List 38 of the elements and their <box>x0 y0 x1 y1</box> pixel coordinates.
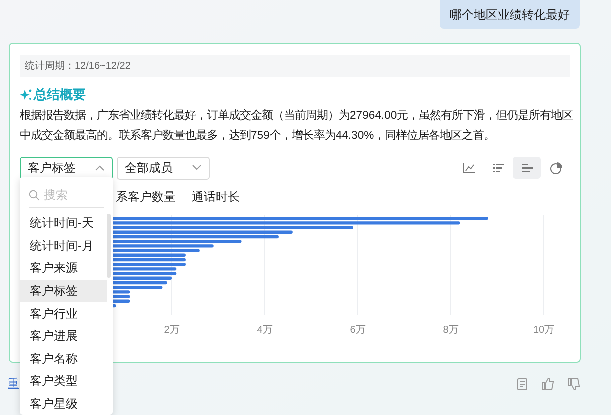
dropdown-item[interactable]: 统计时间-月 <box>20 234 107 258</box>
caret-icon <box>192 165 202 171</box>
thumbs-up-button[interactable] <box>541 376 555 392</box>
line-chart-icon <box>462 161 476 175</box>
list-icon <box>490 161 506 175</box>
copy-button[interactable] <box>515 376 529 392</box>
dropdown-item[interactable]: 统计时间-天 <box>20 212 107 235</box>
thumbs-up-icon <box>541 376 555 392</box>
regenerate-link[interactable]: 重 <box>8 376 19 392</box>
dropdown-item[interactable]: 客户标签 <box>20 280 107 302</box>
thumbs-down-button[interactable] <box>567 376 581 392</box>
axis-label: 2万 <box>164 324 180 336</box>
search-icon <box>29 190 40 200</box>
metric-tab[interactable]: 通话时长 <box>192 188 240 206</box>
thumbs-down-icon <box>567 376 581 392</box>
dropdown-item[interactable]: 客户来源 <box>20 257 107 280</box>
user-message: 哪个地区业绩转化最好 <box>440 0 580 29</box>
search-input[interactable]: 搜索 <box>44 186 104 204</box>
dropdown-item[interactable]: 客户名称 <box>20 348 107 370</box>
dropdown-item[interactable]: 客户行业 <box>20 302 107 325</box>
bar-chart-icon <box>520 161 534 175</box>
metric-tab[interactable]: 系客户数量 <box>116 188 176 206</box>
copy-icon <box>515 376 529 392</box>
pie-chart-icon <box>548 161 564 175</box>
sparkle-icon <box>20 88 32 101</box>
summary-title: 总结概要 <box>34 86 86 104</box>
dropdown-item[interactable]: 客户进展 <box>20 324 107 348</box>
axis-label: 8万 <box>443 324 459 336</box>
caret-icon <box>95 165 105 171</box>
summary-text: 根据报告数据，广东省业绩转化最好，订单成交金额（当前周期）为27964.00元，虽然有所下滑，但仍是所有地区中成交金额最高的。联系客户数量也最多，达到759个，增长率为44.30%，同样位居各地区之首。 <box>20 108 574 144</box>
period-text: 统计周期：12/16~12/22 <box>25 60 131 74</box>
axis-label: 10万 <box>533 324 555 336</box>
select-dropdown[interactable]: 全部成员 <box>117 156 210 180</box>
axis-label: 4万 <box>257 324 273 336</box>
dropdown-item[interactable]: 客户星级 <box>20 392 107 415</box>
axis-label: 6万 <box>350 324 366 336</box>
chart-type-button[interactable] <box>513 157 541 179</box>
dropdown-item[interactable]: 客户类型 <box>20 370 107 393</box>
